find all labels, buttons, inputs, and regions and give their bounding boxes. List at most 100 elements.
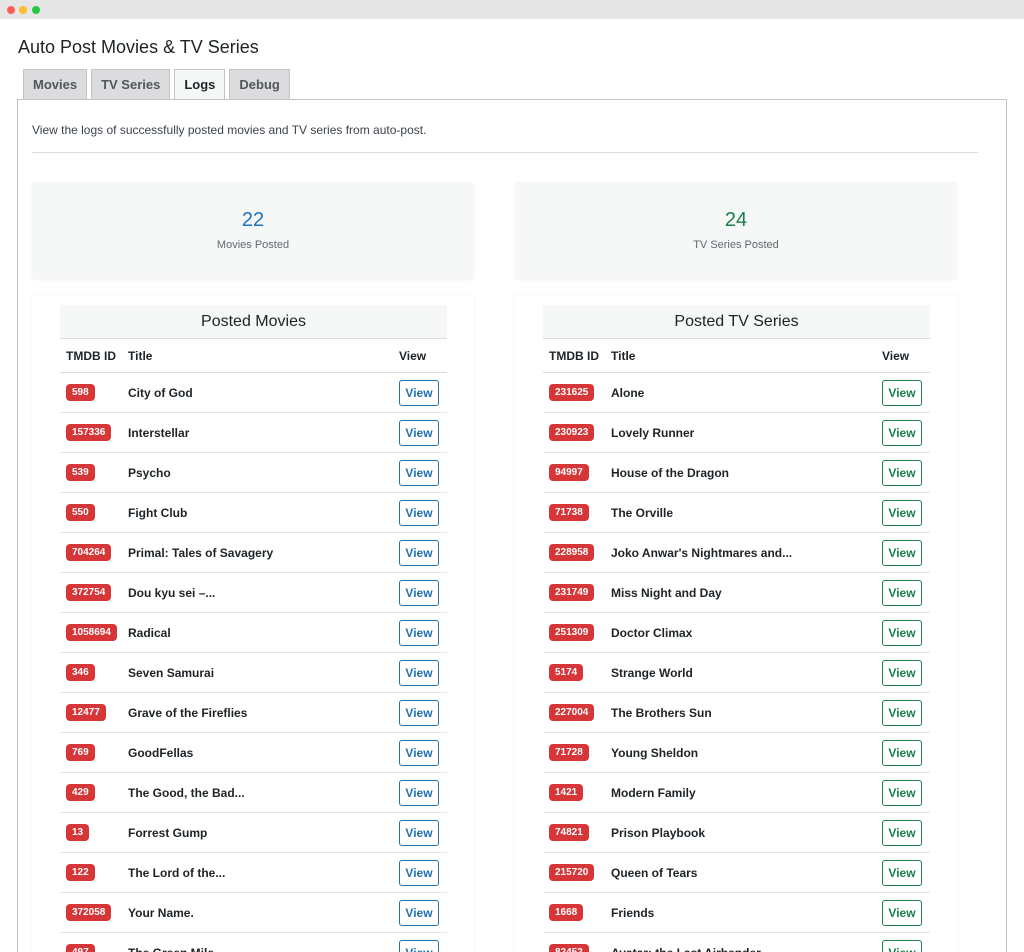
tab-logs[interactable]: Logs [174,69,226,100]
posted-movies-title: Posted Movies [60,305,447,339]
view-button[interactable]: View [399,459,439,486]
view-button[interactable]: View [399,859,439,886]
title-cell: Fight Club [128,505,188,520]
view-button[interactable]: View [882,579,922,606]
tmdb-id-badge: 1058694 [66,624,117,641]
view-button[interactable]: View [399,699,439,726]
view-button[interactable]: View [882,379,922,406]
tmdb-id-badge: 215720 [549,864,595,881]
table-row: 13 Forrest Gump View [60,813,447,853]
close-window-icon[interactable] [7,6,15,14]
table-row: 231625 Alone View [543,373,930,413]
table-row: 372754 Dou kyu sei –... View [60,573,447,613]
table-row: 598 City of God View [60,373,447,413]
view-cell: View [399,619,447,646]
view-button[interactable]: View [882,539,922,566]
view-cell: View [882,459,930,486]
view-cell: View [399,419,447,446]
table-row: 71738 The Orville View [543,493,930,533]
view-cell: View [399,379,447,406]
tmdb-id-badge: 5174 [549,664,584,681]
view-button[interactable]: View [399,819,439,846]
view-button[interactable]: View [882,659,922,686]
minimize-window-icon[interactable] [19,6,27,14]
tmdb-id-badge: 122 [66,864,95,881]
title-cell: Psycho [128,465,171,480]
divider [32,152,978,153]
column-header-view: View [882,348,910,363]
view-button[interactable]: View [882,779,922,806]
tmdb-id-cell: 550 [60,504,128,521]
view-button[interactable]: View [882,699,922,726]
maximize-window-icon[interactable] [32,6,40,14]
table-row: 1058694 Radical View [60,613,447,653]
tmdb-id-badge: 94997 [549,464,589,481]
view-button[interactable]: View [882,459,922,486]
title-cell: Young Sheldon [611,745,699,760]
tmdb-id-cell: 429 [60,784,128,801]
tmdb-id-cell: 230923 [543,424,611,441]
view-button[interactable]: View [882,499,922,526]
table-row: 550 Fight Club View [60,493,447,533]
tmdb-id-badge: 228958 [549,544,595,561]
view-button[interactable]: View [399,419,439,446]
tmdb-id-badge: 251309 [549,624,595,641]
view-button[interactable]: View [882,899,922,926]
view-button[interactable]: View [399,379,439,406]
title-cell: Doctor Climax [611,625,693,640]
tab-tv-series[interactable]: TV Series [91,69,171,99]
tmdb-id-cell: 82452 [543,944,611,952]
table-row: 497 The Green MileView [60,933,447,952]
view-cell: View [882,899,930,926]
title-cell: Primal: Tales of Savagery [128,545,274,560]
view-button[interactable]: View [399,899,439,926]
view-button[interactable]: View [399,939,439,952]
view-button[interactable]: View [399,739,439,766]
view-button[interactable]: View [882,619,922,646]
table-row: 5174 Strange World View [543,653,930,693]
view-button[interactable]: View [399,779,439,806]
view-cell: View [882,539,930,566]
view-cell: View [399,579,447,606]
view-cell: View [399,739,447,766]
view-cell: View [882,779,930,806]
tmdb-id-badge: 227004 [549,704,595,721]
view-cell: View [882,499,930,526]
title-cell: Miss Night and Day [611,585,722,600]
view-cell: View [882,819,930,846]
tv-rows: 231625 Alone View 230923 Lovely Runner View 94… [543,373,930,952]
view-button[interactable]: View [399,659,439,686]
posted-tv-title: Posted TV Series [543,305,930,339]
tmdb-id-badge: 13 [66,824,90,841]
view-button[interactable]: View [399,619,439,646]
view-button[interactable]: View [399,539,439,566]
view-cell: View [399,699,447,726]
tab-debug[interactable]: Debug [229,69,290,99]
view-cell: View [399,819,447,846]
table-row: 157336 Interstellar View [60,413,447,453]
tmdb-id-cell: 231625 [543,384,611,401]
tmdb-id-badge: 372058 [66,904,112,921]
table-header: TMDB ID Title View [543,339,930,373]
logs-panel: View the logs of successfully posted mov… [17,99,1007,952]
tab-movies[interactable]: Movies [23,69,88,99]
tmdb-id-cell: 12477 [60,704,128,721]
table-row: 539 Psycho View [60,453,447,493]
view-button[interactable]: View [882,939,922,952]
tmdb-id-badge: 157336 [66,424,112,441]
view-button[interactable]: View [399,499,439,526]
view-button[interactable]: View [882,819,922,846]
tmdb-id-badge: 12477 [66,704,106,721]
view-button[interactable]: View [882,419,922,446]
tmdb-id-cell: 346 [60,664,128,681]
view-button[interactable]: View [882,739,922,766]
view-button[interactable]: View [399,579,439,606]
view-cell: View [399,899,447,926]
title-cell: Interstellar [128,425,190,440]
tmdb-id-badge: 231625 [549,384,595,401]
tmdb-id-badge: 704264 [66,544,112,561]
view-cell: View [882,659,930,686]
page-title: Auto Post Movies & TV Series [18,37,259,57]
view-button[interactable]: View [882,859,922,886]
title-cell: Seven Samurai [128,665,215,680]
